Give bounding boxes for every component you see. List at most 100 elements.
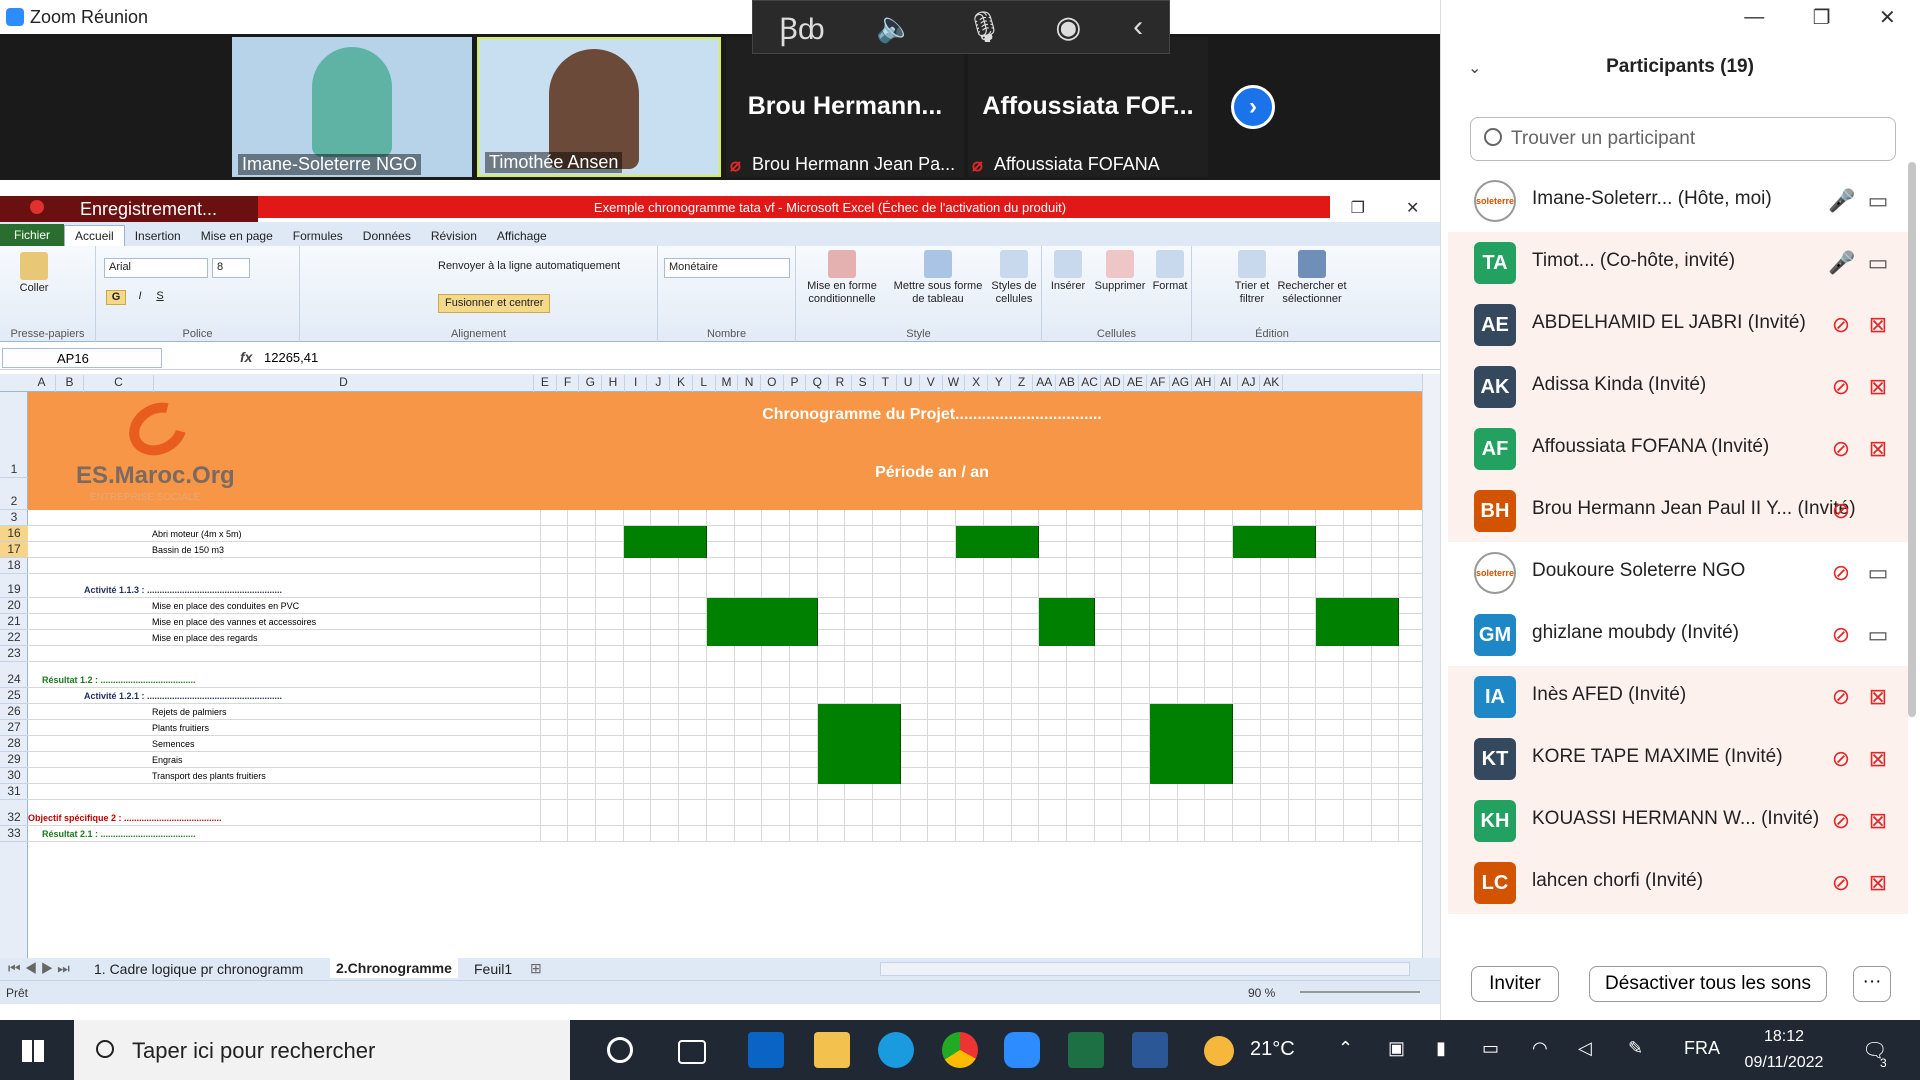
mic-muted-icon[interactable]: ⊘ <box>1828 436 1854 462</box>
column-header[interactable]: AK <box>1260 375 1284 392</box>
row-header[interactable]: 30 <box>0 768 28 784</box>
camera-icon[interactable]: ▭ <box>1864 188 1892 214</box>
tab-donnees[interactable]: Données <box>353 226 421 246</box>
weather-temp[interactable]: 21°C <box>1250 1038 1295 1061</box>
mic-muted-icon[interactable]: ⊘ <box>1828 374 1854 400</box>
mic-icon[interactable]: 🎤 <box>1828 188 1855 214</box>
column-header[interactable]: F <box>557 375 580 392</box>
participants-scrollbar[interactable] <box>1908 162 1916 717</box>
conditional-format-button[interactable]: Mise en forme conditionnelle <box>800 250 884 306</box>
row-header[interactable]: 24 <box>0 662 28 688</box>
row-header[interactable]: 18 <box>0 558 28 574</box>
new-sheet-icon[interactable]: ⊞ <box>530 960 542 977</box>
task-view-icon[interactable] <box>678 1040 706 1064</box>
camera-off-icon[interactable]: ⊠ <box>1864 684 1892 710</box>
row-header[interactable]: 27 <box>0 720 28 736</box>
tab-formules[interactable]: Formules <box>283 226 353 246</box>
cell-styles-button[interactable]: Styles de cellules <box>988 250 1040 306</box>
video-tile-timothee[interactable]: Timothée Ansen <box>477 37 721 177</box>
column-header[interactable]: V <box>920 375 943 392</box>
italic-button[interactable]: I <box>132 290 148 303</box>
camera-off-icon[interactable]: ⊠ <box>1864 870 1892 896</box>
camera-icon[interactable]: ▭ <box>1864 250 1892 276</box>
column-header[interactable]: AD <box>1102 375 1125 392</box>
tab-insertion[interactable]: Insertion <box>125 226 191 246</box>
column-header[interactable]: K <box>670 375 693 392</box>
row-header[interactable]: 2 <box>0 478 28 510</box>
camera-off-icon[interactable]: ⊠ <box>1864 808 1892 834</box>
row-header[interactable]: 28 <box>0 736 28 752</box>
camera-icon[interactable]: ▭ <box>1864 560 1892 586</box>
column-header[interactable]: S <box>852 375 875 392</box>
camera-off-icon[interactable]: ⊠ <box>1864 312 1892 338</box>
tab-revision[interactable]: Révision <box>421 226 487 246</box>
table-format-button[interactable]: Mettre sous forme de tableau <box>888 250 988 306</box>
column-header[interactable]: C <box>84 375 154 392</box>
column-header[interactable]: P <box>784 375 807 392</box>
column-header[interactable]: O <box>761 375 784 392</box>
camera-off-icon[interactable]: ⊠ <box>1864 436 1892 462</box>
participant-row[interactable]: BH Brou Hermann Jean Paul II Y... (Invité… <box>1448 480 1908 542</box>
mic-muted-icon[interactable]: ⊘ <box>1828 746 1854 772</box>
next-page-button[interactable]: › <box>1231 85 1275 129</box>
column-header[interactable]: G <box>579 375 603 392</box>
pen-icon[interactable]: ✎ <box>1628 1038 1643 1059</box>
camera-icon[interactable]: ▭ <box>1864 622 1892 648</box>
row-header[interactable]: 17 <box>0 542 28 558</box>
column-header[interactable]: D <box>154 375 534 392</box>
close-icon[interactable]: ✕ <box>1406 198 1419 218</box>
row-header[interactable]: 23 <box>0 646 28 662</box>
merge-center-button[interactable]: Fusionner et centrer <box>438 294 551 313</box>
column-header[interactable]: Z <box>1011 375 1034 392</box>
column-header[interactable]: T <box>875 375 898 392</box>
column-header[interactable]: AC <box>1079 375 1102 392</box>
mute-all-button[interactable]: Désactiver tous les sons <box>1589 966 1827 1002</box>
mic-muted-icon[interactable]: ⊘ <box>1828 622 1854 648</box>
tray-expand-icon[interactable]: ⌃ <box>1338 1038 1353 1059</box>
column-header[interactable]: R <box>829 375 852 392</box>
more-button[interactable]: ··· <box>1853 966 1891 1002</box>
row-header[interactable]: 16 <box>0 526 28 542</box>
restore-icon[interactable]: ❐ <box>1351 198 1365 218</box>
font-size-combo[interactable]: 8 <box>212 258 250 278</box>
wifi-icon[interactable]: ◠ <box>1532 1038 1548 1059</box>
number-format-combo[interactable]: Monétaire <box>664 258 790 278</box>
maximize-icon[interactable]: ❐ <box>1813 5 1831 30</box>
mic-muted-icon[interactable]: ⊘ <box>1828 870 1854 896</box>
paste-button[interactable]: Coller <box>10 252 58 295</box>
column-header[interactable]: J <box>648 375 671 392</box>
word-icon[interactable] <box>1132 1032 1168 1068</box>
sort-filter-button[interactable]: Trier et filtrer <box>1232 250 1272 306</box>
column-header[interactable]: Y <box>988 375 1011 392</box>
camera-off-icon[interactable]: ⊠ <box>1864 374 1892 400</box>
battery-icon[interactable]: ▭ <box>1482 1038 1499 1059</box>
column-header[interactable]: H <box>602 375 625 392</box>
mail-icon[interactable] <box>748 1032 784 1068</box>
participant-row[interactable]: KT KORE TAPE MAXIME (Invité) ⊘ ⊠ <box>1448 728 1908 790</box>
column-header[interactable]: AE <box>1124 375 1147 392</box>
bold-button[interactable]: G <box>106 290 126 305</box>
cortana-icon[interactable] <box>607 1037 633 1063</box>
tab-fichier[interactable]: Fichier <box>0 224 65 246</box>
underline-button[interactable]: S <box>152 290 168 303</box>
column-header[interactable]: I <box>625 375 648 392</box>
weather-icon[interactable] <box>1204 1036 1234 1066</box>
column-header[interactable]: N <box>738 375 761 392</box>
windows-start-icon[interactable] <box>22 1040 44 1062</box>
row-header[interactable]: 26 <box>0 704 28 720</box>
mic-muted-icon[interactable]: ⊘ <box>1828 808 1854 834</box>
column-header[interactable]: AF <box>1147 375 1170 392</box>
mic-muted-icon[interactable]: ⊘ <box>1828 560 1854 586</box>
column-header[interactable]: Q <box>806 375 830 392</box>
participant-row[interactable]: soleterre Imane-Soleterr... (Hôte, moi) 🎤 ▭ <box>1448 170 1908 232</box>
excel-icon[interactable] <box>1068 1032 1104 1068</box>
taskbar-search[interactable]: Taper ici pour rechercher <box>74 1020 570 1080</box>
column-header[interactable]: W <box>943 375 966 392</box>
camera-off-icon[interactable]: ⊠ <box>1864 746 1892 772</box>
name-tile-affoussiata[interactable]: Affoussiata FOF... ⌀ Affoussiata FOFANA <box>968 37 1208 177</box>
sheet-tab-cadre[interactable]: 1. Cadre logique pr chronogramm <box>94 961 303 977</box>
delete-button[interactable]: Supprimer <box>1092 250 1148 293</box>
find-select-button[interactable]: Rechercher et sélectionner <box>1274 250 1350 306</box>
tab-accueil[interactable]: Accueil <box>64 225 125 246</box>
column-header[interactable]: AJ <box>1238 375 1261 392</box>
